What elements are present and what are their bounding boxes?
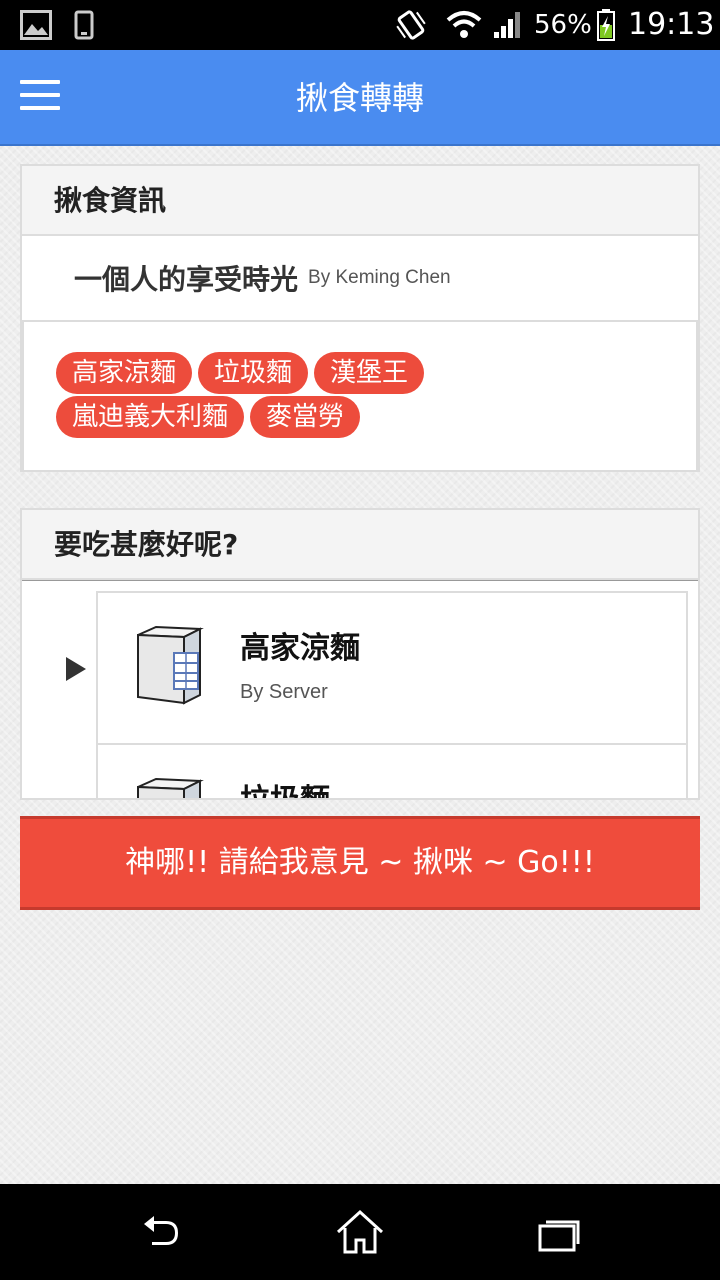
list-item-subtitle: By Server (240, 681, 328, 703)
go-button[interactable]: 神哪!! 請給我意見 ~ 揪咪 ~ Go!!! (20, 816, 700, 910)
app-bar: 揪食轉轉 (0, 50, 720, 146)
tag-chip[interactable]: 嵐迪義大利麵 (56, 396, 245, 438)
vibrate-icon (394, 0, 428, 50)
home-icon[interactable] (330, 1202, 390, 1262)
app-title: 揪食轉轉 (295, 79, 424, 117)
news-card: 揪食資訊 一個人的享受時光 By Keming Chen 高家涼麵 垃圾麵 漢堡王 … (20, 164, 700, 472)
choice-list-frame: 高家涼麵 By Server 垃圾麵 (96, 591, 688, 798)
status-bar: 56% 19:13 (0, 0, 720, 50)
list-item[interactable]: 垃圾麵 (98, 743, 686, 798)
tag-chip[interactable]: 漢堡王 (314, 352, 425, 394)
phone-icon (74, 0, 94, 50)
server-icon (137, 625, 204, 705)
choice-list[interactable]: 高家涼麵 By Server 垃圾麵 (22, 580, 698, 798)
news-item[interactable]: 一個人的享受時光 By Keming Chen (22, 236, 698, 322)
battery-percent: 56% (534, 10, 592, 40)
news-item-title: 一個人的享受時光 (74, 263, 299, 296)
choice-card: 要吃甚麼好呢? 高家涼麵 By Server (20, 508, 700, 800)
tag-chip[interactable]: 麥當勞 (250, 396, 361, 438)
choice-card-header: 要吃甚麼好呢? (22, 510, 698, 580)
signal-icon (492, 0, 524, 50)
tag-list: 高家涼麵 垃圾麵 漢堡王 嵐迪義大利麵 麥當勞 (22, 322, 698, 470)
image-icon (20, 0, 52, 50)
tag-chip[interactable]: 垃圾麵 (198, 352, 309, 394)
list-item-title: 垃圾麵 (240, 775, 330, 798)
back-icon[interactable] (130, 1202, 190, 1262)
navigation-bar (0, 1184, 720, 1280)
play-arrow-icon[interactable] (66, 657, 86, 681)
list-item-title: 高家涼麵 (240, 631, 360, 666)
recents-icon[interactable] (530, 1202, 590, 1262)
list-item[interactable]: 高家涼麵 By Server (98, 593, 686, 743)
battery-charging-icon (596, 0, 616, 50)
tag-chip[interactable]: 高家涼麵 (56, 352, 193, 394)
clock-time: 19:13 (628, 7, 715, 42)
news-item-author: By Keming Chen (308, 267, 451, 288)
news-card-header: 揪食資訊 (22, 166, 698, 236)
server-icon (137, 777, 204, 798)
wifi-icon (446, 0, 482, 50)
